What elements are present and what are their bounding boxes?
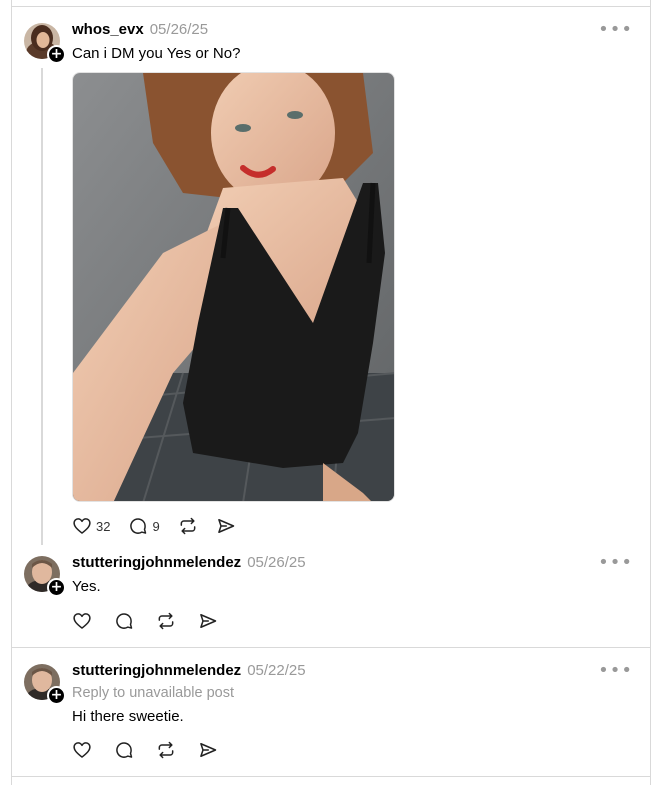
reply-button[interactable] bbox=[114, 740, 134, 760]
post-text: Can i DM you Yes or No? bbox=[72, 45, 241, 62]
username[interactable]: whos_evx bbox=[72, 21, 144, 38]
heart-icon bbox=[73, 742, 91, 758]
comment-icon bbox=[130, 518, 147, 534]
share-button[interactable] bbox=[198, 611, 218, 631]
post-actions: 32 9 bbox=[72, 515, 254, 537]
post-date[interactable]: 05/26/25 bbox=[150, 21, 208, 38]
like-button[interactable] bbox=[72, 740, 92, 760]
follow-plus-icon[interactable]: + bbox=[47, 45, 66, 64]
post-header: stutteringjohnmelendez 05/26/25 bbox=[72, 554, 306, 571]
heart-icon bbox=[73, 518, 91, 534]
repost-icon bbox=[180, 517, 196, 535]
thread-line bbox=[41, 68, 43, 545]
post-photo bbox=[73, 73, 394, 501]
avatar[interactable]: + bbox=[24, 23, 66, 64]
reply-count: 9 bbox=[152, 518, 160, 534]
send-icon bbox=[200, 614, 217, 628]
repost-icon bbox=[158, 741, 174, 759]
like-button[interactable] bbox=[72, 611, 92, 631]
divider-middle bbox=[11, 647, 651, 648]
username[interactable]: stutteringjohnmelendez bbox=[72, 554, 241, 571]
heart-icon bbox=[73, 613, 91, 629]
post-image[interactable] bbox=[72, 72, 395, 502]
more-horizontal-icon[interactable]: ••• bbox=[598, 554, 633, 572]
post-header: stutteringjohnmelendez 05/22/25 bbox=[72, 662, 306, 679]
avatar[interactable]: + bbox=[24, 556, 66, 597]
comment-icon bbox=[116, 742, 133, 758]
like-count: 32 bbox=[96, 518, 111, 534]
like-button[interactable]: 32 bbox=[72, 516, 110, 536]
repost-button[interactable] bbox=[178, 516, 198, 536]
reply-to-label[interactable]: Reply to unavailable post bbox=[72, 685, 234, 701]
follow-plus-icon[interactable]: + bbox=[47, 578, 66, 597]
send-icon bbox=[200, 743, 217, 757]
share-button[interactable] bbox=[216, 516, 236, 536]
more-horizontal-icon[interactable]: ••• bbox=[598, 21, 633, 39]
divider-bottom bbox=[11, 776, 651, 777]
more-horizontal-icon[interactable]: ••• bbox=[598, 662, 633, 680]
post-date[interactable]: 05/26/25 bbox=[247, 554, 305, 571]
post-actions bbox=[72, 739, 236, 761]
post-text: Hi there sweetie. bbox=[72, 708, 184, 725]
repost-button[interactable] bbox=[156, 611, 176, 631]
post-text: Yes. bbox=[72, 578, 101, 595]
username[interactable]: stutteringjohnmelendez bbox=[72, 662, 241, 679]
avatar[interactable]: + bbox=[24, 664, 66, 705]
repost-icon bbox=[158, 612, 174, 630]
reply-button[interactable]: 9 bbox=[128, 516, 160, 536]
divider-top bbox=[11, 6, 651, 7]
post-header: whos_evx 05/26/25 bbox=[72, 21, 208, 38]
share-button[interactable] bbox=[198, 740, 218, 760]
post-date[interactable]: 05/22/25 bbox=[247, 662, 305, 679]
send-icon bbox=[217, 519, 234, 533]
follow-plus-icon[interactable]: + bbox=[47, 686, 66, 705]
repost-button[interactable] bbox=[156, 740, 176, 760]
reply-button[interactable] bbox=[114, 611, 134, 631]
post-actions bbox=[72, 610, 236, 632]
comment-icon bbox=[116, 613, 133, 629]
